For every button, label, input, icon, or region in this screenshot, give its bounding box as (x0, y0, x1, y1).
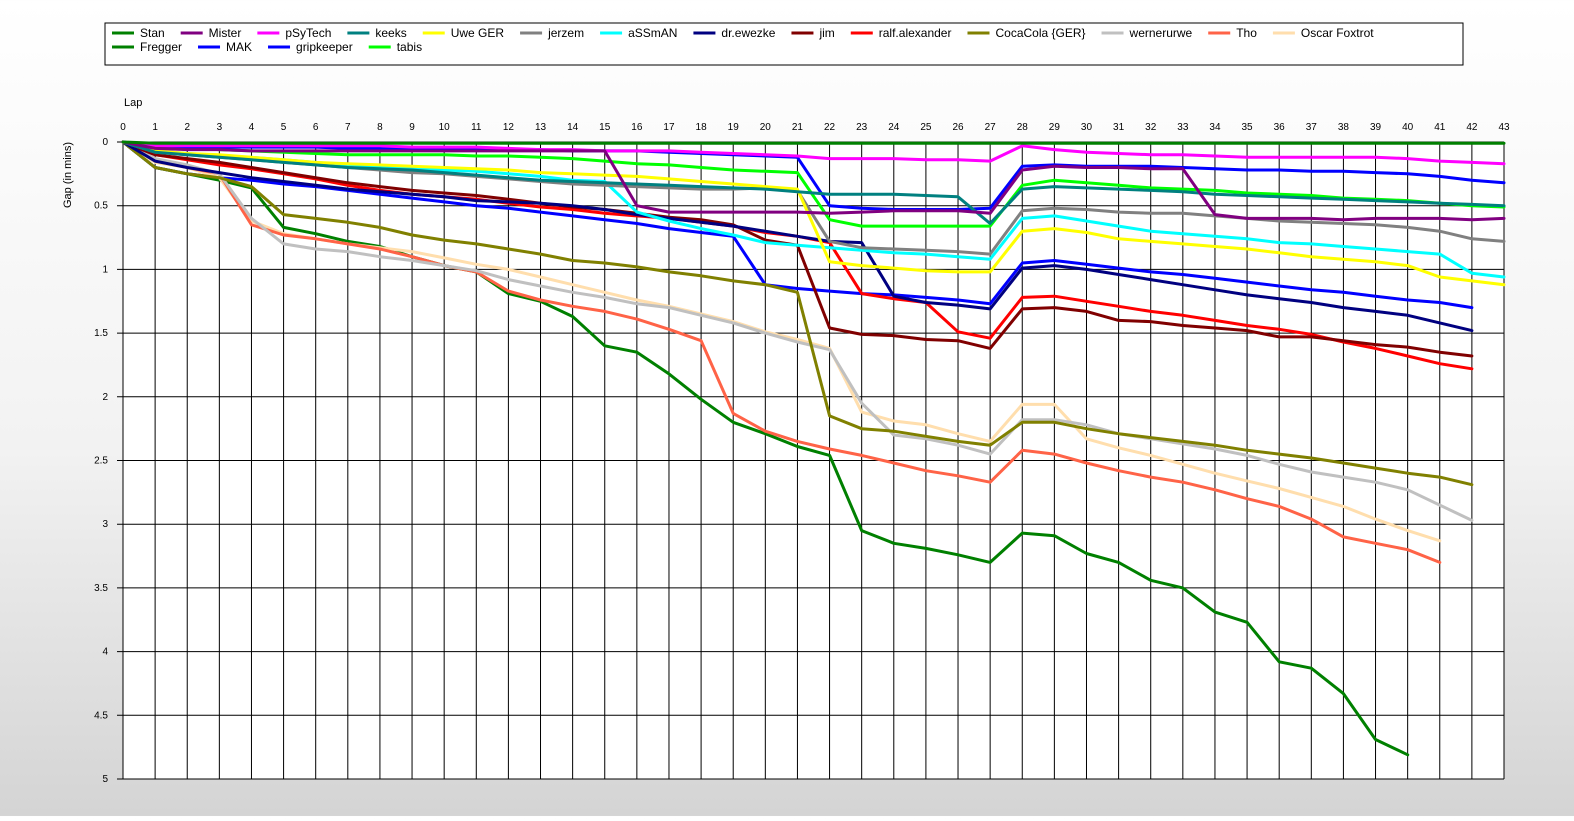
line-chart-svg: Stan Mister pSyTech keeks Uwe GER jerzem aSSmA… (62, 22, 1510, 785)
x-tick-label: 1 (152, 122, 158, 133)
legend-label: gripkeeper (296, 40, 353, 54)
x-tick-label: 28 (1017, 122, 1029, 133)
x-tick-label: 21 (792, 122, 804, 133)
x-tick-label: 39 (1370, 122, 1382, 133)
x-tick-label: 38 (1338, 122, 1350, 133)
x-tick-label: 2 (184, 122, 190, 133)
x-tick-label: 19 (728, 122, 740, 133)
x-tick-label: 9 (409, 122, 415, 133)
y-tick-label: 3 (102, 519, 108, 530)
y-axis-label: Gap (in mins) (62, 142, 74, 208)
x-tick-label: 23 (856, 122, 868, 133)
y-tick-label: 0.5 (94, 201, 108, 212)
y-tick-label: 4 (102, 647, 108, 658)
x-tick-label: 4 (249, 122, 255, 133)
x-tick-label: 17 (663, 122, 675, 133)
x-tick-label: 30 (1081, 122, 1093, 133)
x-tick-label: 36 (1274, 122, 1286, 133)
y-tick-label: 5 (102, 774, 108, 785)
y-tick-label: 3.5 (94, 583, 108, 594)
legend-label: pSyTech (285, 26, 331, 40)
x-tick-label: 26 (952, 122, 964, 133)
x-tick-label: 14 (567, 122, 579, 133)
x-tick-label: 40 (1402, 122, 1414, 133)
legend-label: CocaCola {GER} (995, 26, 1085, 40)
x-tick-label: 27 (985, 122, 997, 133)
series-line-stan (121, 140, 1506, 145)
legend-label: MAK (226, 40, 252, 54)
x-tick-label: 16 (631, 122, 643, 133)
x-tick-label: 31 (1113, 122, 1125, 133)
legend-label: keeks (375, 26, 406, 40)
x-tick-label: 12 (503, 122, 515, 133)
y-tick-label: 2.5 (94, 456, 108, 467)
x-tick-label: 11 (471, 122, 482, 133)
y-tick-label: 1.5 (94, 328, 108, 339)
x-tick-label: 10 (439, 122, 451, 133)
x-tick-label: 24 (888, 122, 900, 133)
x-tick-label: 7 (345, 122, 351, 133)
x-tick-label: 8 (377, 122, 383, 133)
x-tick-label: 18 (696, 122, 708, 133)
x-tick-label: 5 (281, 122, 287, 133)
legend-label: dr.ewezke (721, 26, 775, 40)
x-tick-label: 15 (599, 122, 611, 133)
x-tick-label: 42 (1466, 122, 1478, 133)
y-tick-label: 1 (102, 264, 108, 275)
x-tick-label: 35 (1242, 122, 1254, 133)
y-tick-label: 0 (102, 137, 108, 148)
y-tick-label: 4.5 (94, 710, 108, 721)
x-tick-label: 41 (1434, 122, 1446, 133)
legend-label: Mister (209, 26, 242, 40)
legend-label: Uwe GER (451, 26, 505, 40)
y-tick-label: 2 (102, 392, 108, 403)
y-tick-labels: 0 0.5 1 1.5 2 2.5 3 3.5 4 4.5 5 (94, 137, 108, 785)
legend-label: tabis (397, 40, 422, 54)
x-tick-label: 32 (1145, 122, 1157, 133)
legend-label: Tho (1236, 26, 1257, 40)
legend-label: Fregger (140, 40, 182, 54)
legend-label: wernerurwe (1129, 26, 1193, 40)
x-axis-label: Lap (124, 97, 142, 109)
x-tick-label: 22 (824, 122, 836, 133)
legend-label: Stan (140, 26, 165, 40)
x-tick-label: 37 (1306, 122, 1318, 133)
gap-chart: Stan Mister pSyTech keeks Uwe GER jerzem aSSmA… (0, 0, 1574, 816)
legend: Stan Mister pSyTech keeks Uwe GER jerzem aSSmA… (104, 22, 1464, 66)
x-tick-labels: 0 1 2 3 4 5 6 7 8 9 10 11 12 13 14 15 16 17 18 19 20 21 22 23 24… (120, 122, 1510, 133)
x-tick-label: 34 (1209, 122, 1221, 133)
legend-label: Oscar Foxtrot (1301, 26, 1374, 40)
x-tick-label: 25 (920, 122, 932, 133)
legend-label: jerzem (547, 26, 584, 40)
x-tick-label: 29 (1049, 122, 1061, 133)
legend-label: ralf.alexander (879, 26, 952, 40)
x-tick-label: 20 (760, 122, 772, 133)
x-tick-label: 43 (1498, 122, 1510, 133)
legend-label: aSSmAN (628, 26, 677, 40)
x-tick-label: 13 (535, 122, 547, 133)
x-tick-label: 6 (313, 122, 319, 133)
x-tick-label: 33 (1177, 122, 1189, 133)
x-tick-label: 3 (217, 122, 223, 133)
legend-label: jim (818, 26, 834, 40)
x-tick-label: 0 (120, 122, 126, 133)
